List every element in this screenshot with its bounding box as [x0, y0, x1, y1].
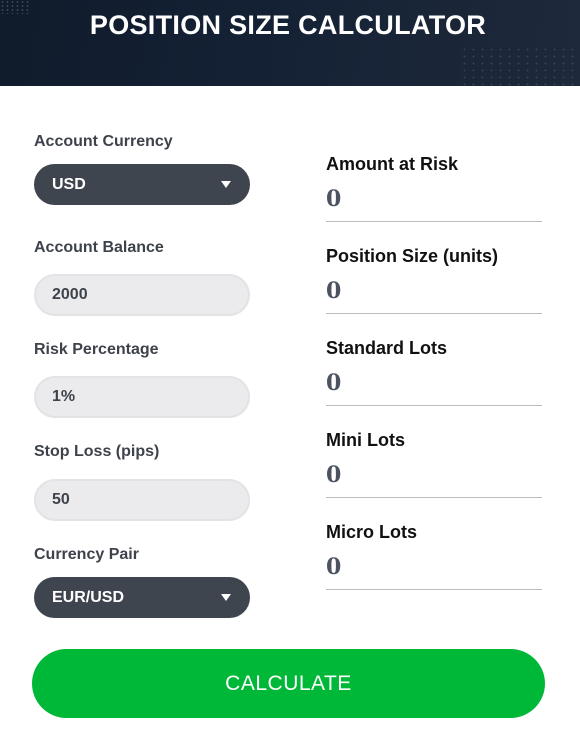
- amount-at-risk-label: Amount at Risk: [326, 154, 459, 174]
- stop-loss-input[interactable]: 50: [34, 479, 250, 521]
- amount-at-risk-value: 0: [326, 186, 342, 212]
- currency-pair-select[interactable]: EUR/USD: [34, 577, 250, 618]
- divider: [326, 405, 542, 406]
- account-currency-select[interactable]: USD: [34, 164, 250, 205]
- risk-percentage-value: 1%: [52, 388, 76, 405]
- divider: [326, 221, 542, 222]
- stop-loss-value: 50: [52, 491, 70, 508]
- account-balance-input[interactable]: 2000: [34, 274, 250, 316]
- chevron-down-icon: [221, 181, 231, 188]
- divider: [326, 497, 542, 498]
- account-currency-label: Account Currency: [34, 133, 173, 150]
- account-balance-value: 2000: [52, 286, 88, 303]
- divider: [326, 313, 542, 314]
- mini-lots-value: 0: [326, 462, 342, 488]
- micro-lots-label: Micro Lots: [326, 522, 418, 542]
- position-size-value: 0: [326, 278, 342, 304]
- page-title: POSITION SIZE CALCULATOR: [89, 10, 487, 40]
- currency-pair-label: Currency Pair: [34, 546, 139, 563]
- calculate-button[interactable]: CALCULATE: [32, 649, 545, 718]
- risk-percentage-input[interactable]: 1%: [34, 376, 250, 418]
- risk-percentage-label: Risk Percentage: [34, 341, 159, 358]
- chevron-down-icon: [221, 594, 231, 601]
- position-size-label: Position Size (units): [326, 246, 499, 266]
- mini-lots-label: Mini Lots: [326, 430, 405, 450]
- currency-pair-value: EUR/USD: [52, 588, 125, 606]
- stop-loss-label: Stop Loss (pips): [34, 443, 160, 460]
- micro-lots-value: 0: [326, 554, 342, 580]
- account-balance-label: Account Balance: [34, 239, 164, 256]
- divider: [326, 589, 542, 590]
- page-header: POSITION SIZE CALCULATOR: [0, 0, 580, 86]
- standard-lots-label: Standard Lots: [326, 338, 448, 358]
- standard-lots-value: 0: [326, 370, 342, 396]
- account-currency-value: USD: [52, 175, 86, 193]
